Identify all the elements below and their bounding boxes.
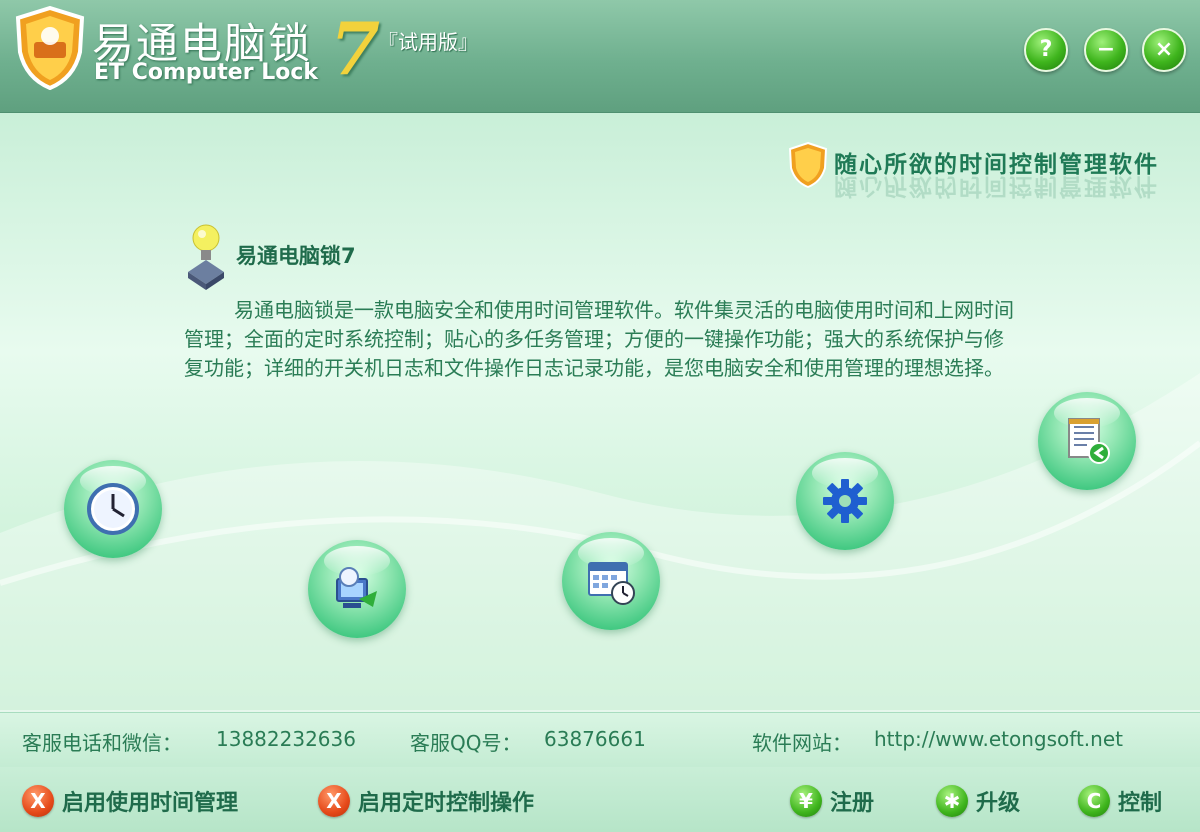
qq-label: 客服QQ号： [410,731,522,755]
upgrade-button[interactable]: ✱ 升级 [936,783,1020,819]
register-label: 注册 [830,791,875,816]
disabled-x-icon: X [22,785,54,817]
help-icon: ? [1039,37,1053,62]
close-icon: × [1154,37,1174,62]
website-label: 软件网站： [752,731,852,755]
settings-orb[interactable] [796,452,894,550]
asterisk-icon: ✱ [936,785,968,817]
calendar-schedule-icon [588,562,635,605]
info-description: 易通电脑锁是一款电脑安全和使用时间管理软件。软件集灵活的电脑使用时间和上网时间管… [184,298,1014,380]
minimize-icon: − [1096,37,1116,62]
qq-value: 63876661 [544,727,646,751]
time-management-orb[interactable] [64,460,162,558]
enable-timer-control-button[interactable]: X 启用定时控制操作 [318,783,534,819]
help-button[interactable]: ? [1024,28,1068,72]
shield-logo-icon [15,6,85,90]
control-button[interactable]: C 控制 [1078,783,1162,819]
yen-icon: ¥ [790,785,822,817]
gear-settings-icon [823,479,867,523]
upgrade-label: 升级 [976,791,1021,816]
c-letter-icon: C [1078,785,1110,817]
disabled-x-icon: X [318,785,350,817]
timer-control-orb[interactable] [562,532,660,630]
network-control-orb[interactable] [308,540,406,638]
enable-time-management-button[interactable]: X 启用使用时间管理 [22,783,238,819]
lightbulb-icon [188,224,224,290]
website-link[interactable]: http://www.etongsoft.net [874,727,1123,751]
clock-icon [87,483,139,535]
close-button[interactable]: × [1142,28,1186,72]
enable-time-management-label: 启用使用时间管理 [62,791,239,816]
version-number: 7 [330,6,381,91]
register-button[interactable]: ¥ 注册 [790,783,874,819]
enable-timer-control-label: 启用定时控制操作 [358,791,535,816]
phone-value: 13882232636 [216,727,356,751]
phone-label: 客服电话和微信： [22,731,182,755]
minimize-button[interactable]: − [1084,28,1128,72]
control-label: 控制 [1118,791,1163,816]
contact-bar: 客服电话和微信： 13882232636 客服QQ号： 63876661 软件网… [0,712,1200,768]
app-name-english: ET Computer Lock [94,60,319,85]
log-document-icon [1068,418,1110,464]
title-bar: 易通电脑锁 ET Computer Lock 7 『试用版』 ? − × [0,0,1200,113]
info-title: 易通电脑锁7 [236,244,356,268]
slogan-reflection: 随心所欲的时间控制管理软件 [834,173,1159,199]
action-bar: X 启用使用时间管理 X 启用定时控制操作 ¥ 注册 ✱ 升级 C 控制 [0,767,1200,832]
log-orb[interactable] [1038,392,1136,490]
edition-tag: 『试用版』 [378,30,478,54]
network-monitor-icon [336,567,377,608]
slogan-shield-icon [788,142,828,188]
